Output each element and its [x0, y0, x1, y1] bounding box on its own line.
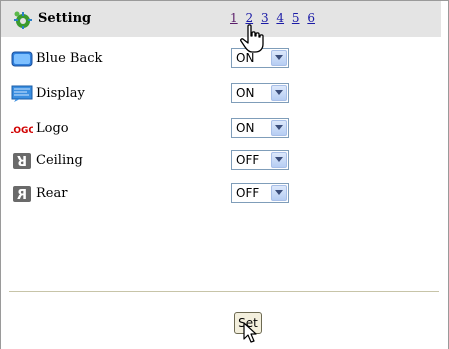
- settings-panel: Setting 1 2 3 4 5 6 Blue Back ON Display…: [0, 0, 449, 349]
- setting-row-display: Display ON: [1, 77, 441, 109]
- rear-select[interactable]: OFF: [231, 183, 289, 203]
- setting-row-rear: R Rear OFF: [1, 177, 441, 209]
- rear-icon: R: [13, 186, 31, 203]
- settings-gear-icon: [14, 11, 32, 29]
- display-icon: [11, 85, 33, 102]
- page-title: Setting: [38, 11, 92, 26]
- svg-text:R: R: [17, 188, 27, 203]
- display-select[interactable]: ON: [231, 83, 289, 103]
- page-link-1[interactable]: 1: [230, 11, 238, 25]
- svg-text:LOGO: LOGO: [11, 126, 33, 136]
- ceiling-value: OFF: [236, 153, 260, 167]
- chevron-down-icon[interactable]: [271, 185, 287, 201]
- divider: [9, 291, 439, 292]
- display-value: ON: [236, 86, 255, 100]
- page-link-4[interactable]: 4: [276, 11, 284, 25]
- page-navigation: 1 2 3 4 5 6: [230, 11, 319, 25]
- setting-row-logo: LOGO Logo ON: [1, 112, 441, 144]
- page-link-5[interactable]: 5: [292, 11, 300, 25]
- setting-label-ceiling: Ceiling: [36, 153, 83, 168]
- setting-label-display: Display: [36, 86, 85, 101]
- arrow-cursor-icon: [243, 322, 257, 343]
- setting-row-ceiling: R Ceiling OFF: [1, 144, 441, 176]
- rear-value: OFF: [236, 186, 260, 200]
- page-link-3[interactable]: 3: [261, 11, 269, 25]
- setting-label-logo: Logo: [36, 121, 69, 136]
- chevron-down-icon[interactable]: [271, 152, 287, 168]
- logo-select[interactable]: ON: [231, 118, 289, 138]
- chevron-down-icon[interactable]: [271, 120, 287, 136]
- setting-label-rear: Rear: [36, 186, 68, 201]
- ceiling-icon: R: [13, 152, 31, 169]
- page-link-6[interactable]: 6: [307, 11, 315, 25]
- chevron-down-icon[interactable]: [271, 85, 287, 101]
- logo-icon: LOGO: [11, 126, 33, 136]
- page-link-2[interactable]: 2: [245, 11, 253, 25]
- logo-value: ON: [236, 121, 255, 135]
- chevron-down-icon[interactable]: [271, 50, 287, 66]
- setting-row-blue-back: Blue Back ON: [1, 42, 441, 74]
- blue-screen-icon: [11, 51, 33, 67]
- ceiling-select[interactable]: OFF: [231, 150, 289, 170]
- settings-header: Setting 1 2 3 4 5 6: [1, 1, 441, 37]
- hand-pointer-cursor-icon: [240, 24, 264, 53]
- setting-label-blue-back: Blue Back: [36, 51, 103, 66]
- svg-text:R: R: [17, 152, 27, 167]
